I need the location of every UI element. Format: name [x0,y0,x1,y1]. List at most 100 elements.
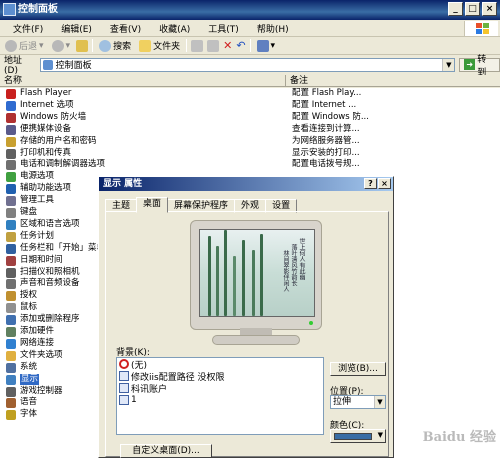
control-panel-item-icon [6,338,16,349]
browse-button[interactable]: 浏览(B)... [330,362,386,376]
control-panel-item-icon [6,386,16,397]
item-name: 打印机和传真 [20,147,72,158]
chevron-down-icon[interactable]: ▼ [374,396,385,408]
list-item[interactable]: (无) [117,358,323,371]
menu-edit[interactable]: 编辑(E) [52,22,101,35]
forward-button[interactable]: ▾ [50,38,73,53]
item-name: 系统 [20,361,38,372]
list-item[interactable]: Internet 选项 配置 Internet ... [0,100,500,112]
list-item[interactable]: 科讯账户 [117,382,323,395]
views-icon [256,39,269,52]
delete-icon[interactable]: ✕ [223,39,232,52]
control-panel-item-icon [6,219,16,230]
customize-desktop-button[interactable]: 自定义桌面(D)... [120,444,212,458]
list-item[interactable]: 打印机和传真 显示安装的打印... [0,148,500,160]
close-button[interactable]: × [482,2,497,16]
control-panel-item-icon [6,410,16,421]
address-input[interactable]: 控制面板 ▼ [39,57,456,72]
color-picker-button[interactable]: ▼ [330,429,386,443]
position-select[interactable]: 拉伸 ▼ [330,395,386,409]
item-note: 配置电话拨号规... [292,159,360,170]
undo-icon[interactable]: ↶ [236,39,245,52]
folders-label: 文件夹 [153,42,181,52]
control-panel-item-icon [6,350,16,361]
item-name: 区域和语言选项 [20,218,80,229]
views-button[interactable]: ▾ [255,38,278,53]
toolbar-separator [249,39,251,52]
control-panel-item-icon [6,303,16,314]
item-name: Internet 选项 [20,99,74,110]
background-list[interactable]: (无) 修改iis配置路径 没权限 科讯账户 1 [116,357,324,435]
back-button[interactable]: 后退 ▾ [3,38,46,53]
chevron-down-icon: ▾ [39,40,44,51]
menu-tools[interactable]: 工具(T) [199,22,248,35]
image-file-icon [119,395,129,405]
menu-view[interactable]: 查看(V) [101,22,150,35]
list-item[interactable]: Windows 防火墙 配置 Windows 防... [0,112,500,124]
desktop-wallpaper-preview: 世上何人有此幽 落叶清风竹韵长 林间翠影伴闲人 [199,229,315,317]
control-panel-item-icon [6,100,16,111]
chevron-down-icon[interactable]: ▼ [442,58,455,71]
windows-logo-icon [464,21,498,36]
window-title: 控制面板 [18,4,58,15]
tab-strip: 主题 桌面 屏幕保护程序 外观 设置 [105,197,298,213]
tab-desktop[interactable]: 桌面 [136,197,169,213]
control-panel-item-icon [6,160,16,171]
control-panel-item-icon [6,255,16,266]
list-item[interactable]: Flash Player 配置 Flash Play... [0,88,500,100]
up-folder-icon[interactable] [76,39,89,52]
minimize-button[interactable]: _ [448,2,463,16]
item-name: 添加或删除程序 [20,314,80,325]
back-arrow-icon [5,39,17,52]
menu-bar: 文件(F) 编辑(E) 查看(V) 收藏(A) 工具(T) 帮助(H) [0,20,500,37]
dialog-title-bar[interactable]: 显示 属性 ? × [99,177,393,191]
menu-file[interactable]: 文件(F) [4,22,52,35]
go-label: 转到 [477,54,487,78]
item-name: 任务计划 [20,230,55,241]
move-to-icon[interactable] [191,39,204,52]
list-header: 名称 备注 [0,75,500,87]
list-item[interactable]: 便携媒体设备 查看连接到计算... [0,124,500,136]
maximize-button[interactable]: □ [465,2,480,16]
control-panel-item-icon [6,279,16,290]
list-item[interactable]: 存储的用户名和密码 为网络服务器管... [0,136,500,148]
help-button[interactable]: ? [364,178,377,189]
control-panel-item-icon [6,124,16,135]
item-name: 字体 [20,409,38,420]
go-button[interactable]: ➜ 转到 [459,55,500,78]
display-properties-dialog: 显示 属性 ? × 主题 桌面 屏幕保护程序 外观 设置 世上何人有此幽 落叶清… [98,176,394,458]
dialog-close-button[interactable]: × [378,178,391,189]
menu-help[interactable]: 帮助(H) [248,22,298,35]
item-name: 任务栏和「开始」菜单 [20,242,106,253]
menu-favorites[interactable]: 收藏(A) [150,22,199,35]
position-value: 拉伸 [333,397,352,407]
address-label: 地址(D) [4,56,23,76]
item-name: 日期和时间 [20,254,63,265]
control-panel-item-icon [6,315,16,326]
title-bar[interactable]: 控制面板 _ □ × [0,0,500,20]
search-button[interactable]: 搜索 [97,38,133,53]
toolbar-separator [186,39,188,52]
column-header-name[interactable]: 名称 [4,75,286,87]
control-panel-item-icon [6,148,16,159]
item-name: 语音 [20,397,38,408]
image-file-icon [119,371,129,381]
control-panel-item-icon [6,327,16,337]
control-panel-item-icon [6,243,16,254]
control-panel-item-icon [6,184,16,195]
search-icon [99,39,112,52]
image-file-icon [119,383,129,393]
none-icon [119,359,129,369]
wallpaper-poem-line: 落叶清风竹韵长 [290,244,297,286]
back-label: 后退 [19,42,38,52]
list-item[interactable]: 电话和调制解调器选项 配置电话拨号规... [0,159,500,171]
copy-to-icon[interactable] [207,39,220,52]
control-panel-item-icon [6,208,16,218]
control-panel-item-icon [6,136,16,147]
item-name: 键盘 [20,207,38,217]
folders-button[interactable]: 文件夹 [137,38,182,53]
column-header-note[interactable]: 备注 [290,75,308,87]
list-item[interactable]: 修改iis配置路径 没权限 [117,370,323,383]
list-item[interactable]: 1 [117,394,323,406]
item-name: Flash Player [20,88,72,98]
